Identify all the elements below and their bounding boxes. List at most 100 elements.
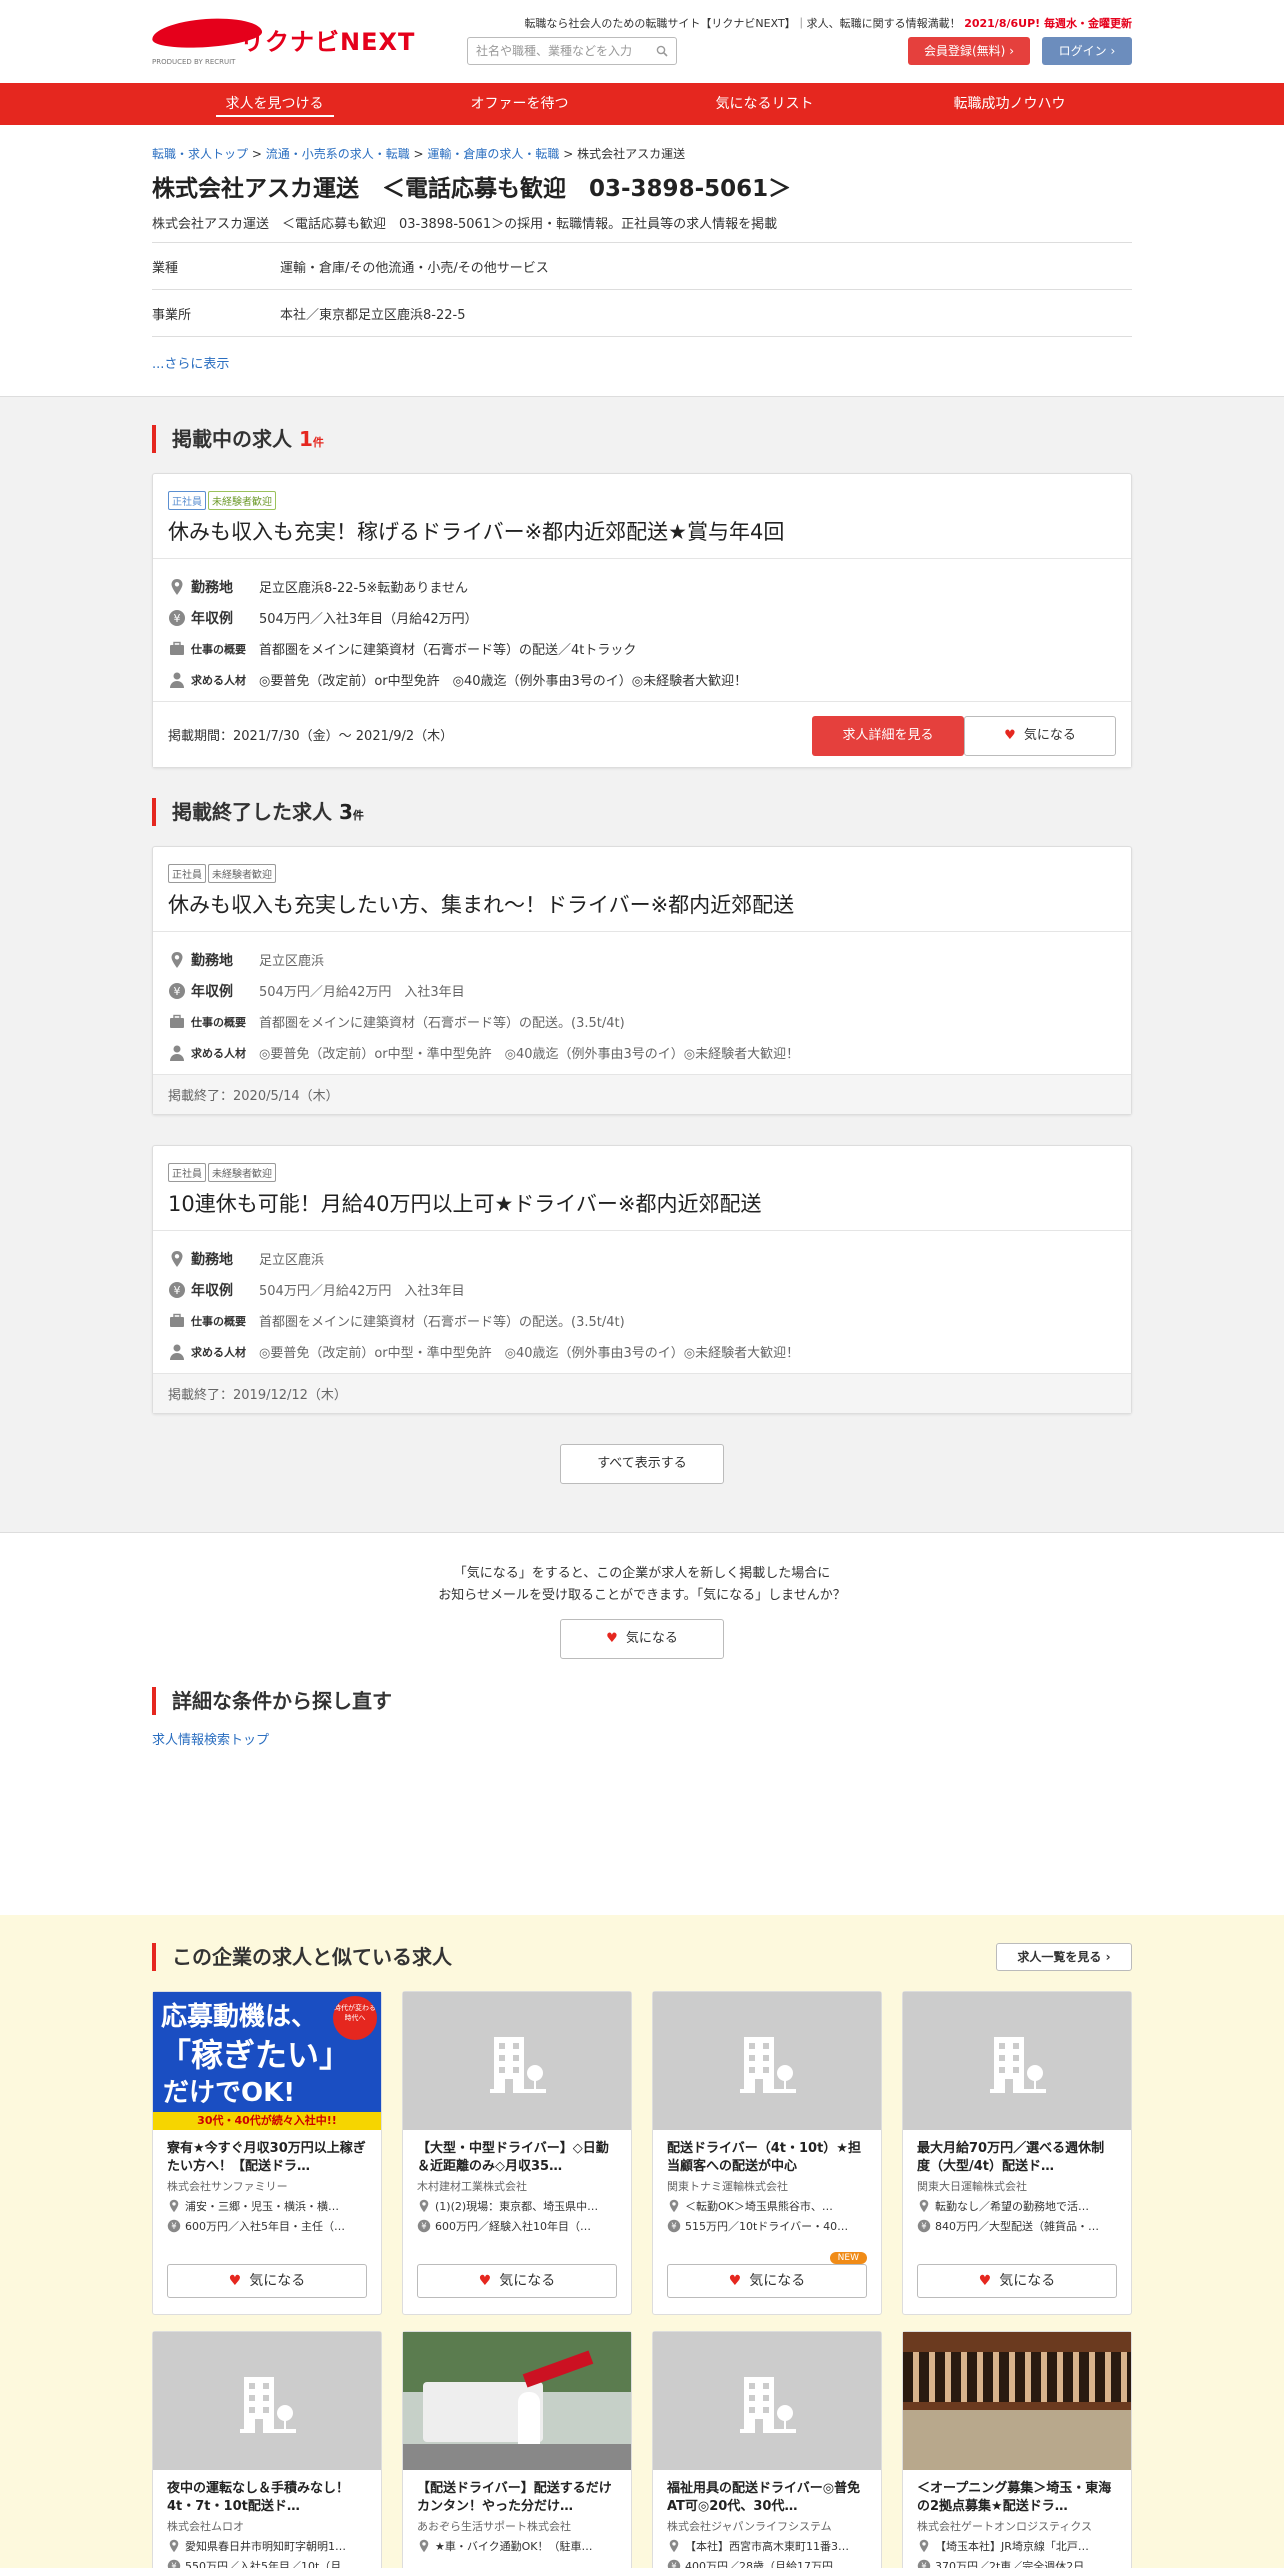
search-top-link[interactable]: 求人情報検索トップ (152, 1733, 269, 1748)
location-text: 転勤なし／希望の勤務地で活… (935, 2200, 1089, 2213)
favorite-label: 気になる (999, 2273, 1056, 2289)
job-title[interactable]: 休みも収入も充実したい方、集まれ～！ドライバー※都内近郊配送 (153, 883, 1131, 932)
placeholder-image (153, 2332, 381, 2470)
yen-icon: ¥ (917, 2219, 931, 2233)
ended-job-card[interactable]: 正社員 未経験者歓迎 10連休も可能！月給40万円以上可★ドライバー※都内近郊配送… (152, 1145, 1132, 1414)
map-pin-icon (169, 2539, 179, 2553)
job-title[interactable]: 10連休も可能！月給40万円以上可★ドライバー※都内近郊配送 (153, 1182, 1131, 1231)
global-nav: 求人を見つける オファーを待つ 気になるリスト 転職成功ノウハウ (0, 83, 1284, 125)
login-label: ログイン (1058, 44, 1107, 58)
map-pin-icon (169, 2199, 179, 2213)
favorite-button[interactable]: ♥ 気になる (917, 2264, 1117, 2298)
show-more-link[interactable]: ...さらに表示 (152, 357, 229, 372)
job-title[interactable]: 夜中の運転なし＆手積みなし！4t・7t・10t配送ド… (153, 2470, 381, 2516)
similar-job-card[interactable]: 夜中の運転なし＆手積みなし！4t・7t・10t配送ド… 株式会社ムロオ 愛知県春日井… (152, 2331, 382, 2568)
similar-job-card[interactable]: 【大型・中型ドライバー】◇日勤＆近距離のみ◇月収35… 木村建材工業株式会社 (1)… (402, 1991, 632, 2315)
logo-text: リクナビNEXT (240, 28, 416, 56)
similar-job-card[interactable]: 配送ドライバー（4t・10t）★担当顧客への配送が中心 関東トナミ運輸株式会社 ＜転… (652, 1991, 882, 2315)
breadcrumb-transport[interactable]: 運輸・倉庫の求人・転職 (427, 147, 559, 161)
research-title: 詳細な条件から探し直す (152, 1687, 1132, 1715)
job-title[interactable]: 【大型・中型ドライバー】◇日勤＆近距離のみ◇月収35… (403, 2130, 631, 2176)
person-icon (170, 1045, 184, 1061)
job-title[interactable]: ＜オープニング募集＞埼玉・東海の2拠点募集★配送ドラ… (903, 2470, 1131, 2516)
search-input[interactable] (476, 38, 656, 64)
industry-value: 運輸・倉庫/その他流通・小売/その他サービス (280, 260, 549, 276)
breadcrumb-top[interactable]: 転職・求人トップ (152, 147, 248, 161)
office-row: 事業所 本社／東京都足立区鹿浜8-22-5 (152, 289, 1132, 336)
req-label: 求める人材 (191, 1046, 246, 1060)
similar-job-card[interactable]: 応募動機は、 「稼ぎたい」 だけでOK! 30代・40代が続々入社中!! 時代が変わる時… (152, 1991, 382, 2315)
research-section: 詳細な条件から探し直す 求人情報検索トップ (152, 1659, 1132, 1915)
site-logo[interactable]: リクナビNEXT PRODUCED BY RECRUIT (151, 14, 414, 68)
posting-ended: 掲載終了：2020/5/14（木） (168, 1089, 339, 1104)
register-button[interactable]: 会員登録(無料) › (908, 37, 1030, 65)
active-jobs-title: 掲載中の求人 1件 (152, 425, 1132, 453)
yen-icon: ¥ (167, 2219, 181, 2233)
job-location-row: 勤務地 足立区鹿浜8-22-5※転勤ありません (168, 571, 1116, 602)
search-icon[interactable] (656, 45, 668, 57)
job-salary-row: ¥ 年収例 504万円／月給42万円 入社3年目 (168, 975, 1116, 1006)
heart-icon: ♥ (606, 1631, 618, 1646)
yen-icon: ¥ (667, 2559, 681, 2568)
breadcrumb-retail[interactable]: 流通・小売系の求人・転職 (266, 147, 410, 161)
nav-label: 転職成功ノウハウ (953, 96, 1066, 112)
similar-job-card[interactable]: 福祉用具の配送ドライバー◎普免AT可◎20代、30代… 株式会社ジャパンライフシス… (652, 2331, 882, 2568)
job-banner-image: 応募動機は、 「稼ぎたい」 だけでOK! 30代・40代が続々入社中!! 時代が変わる時… (153, 1992, 381, 2130)
map-pin-icon (919, 2199, 929, 2213)
location-text: 【本社】西宮市高木東町11番3… (685, 2540, 849, 2553)
similar-jobs-section: この企業の求人と似ている求人 求人一覧を見る › 応募動機は、 「稼ぎたい」 だけで… (0, 1915, 1284, 2568)
heart-icon: ♥ (1004, 728, 1016, 743)
nav-find-jobs[interactable]: 求人を見つける (152, 83, 397, 125)
salary-label: 年収例 (191, 1282, 233, 1299)
job-detail-button[interactable]: 求人詳細を見る (812, 716, 964, 756)
svg-text:¥: ¥ (671, 2562, 677, 2568)
location-text: 愛知県春日井市明知町字朝明1… (185, 2540, 346, 2553)
ended-job-card[interactable]: 正社員 未経験者歓迎 休みも収入も充実したい方、集まれ～！ドライバー※都内近郊配送… (152, 846, 1132, 1115)
favorite-button[interactable]: ♥ 気になる (964, 716, 1116, 756)
show-all-button[interactable]: すべて表示する (560, 1444, 724, 1484)
similar-job-card[interactable]: 最大月給70万円／選べる週休制度（大型/4t）配送ド… 関東大日運輸株式会社 転勤な… (902, 1991, 1132, 2315)
login-button[interactable]: ログイン › (1042, 37, 1132, 65)
nav-knowhow[interactable]: 転職成功ノウハウ (887, 83, 1132, 125)
similar-job-card[interactable]: ＜オープニング募集＞埼玉・東海の2拠点募集★配送ドラ… 株式会社ゲートオンロジステ… (902, 2331, 1132, 2568)
job-title[interactable]: 【配送ドライバー】配送するだけカンタン！やった分だけ… (403, 2470, 631, 2516)
favorite-label: 気になる (499, 2273, 556, 2289)
favorite-label: 気になる (749, 2273, 806, 2289)
active-job-card[interactable]: 正社員 未経験者歓迎 休みも収入も充実！稼げるドライバー※都内近郊配送★賞与年4回… (152, 473, 1132, 768)
salary-text: 840万円／大型配送（雑貨品・… (935, 2220, 1099, 2233)
ended-jobs-title: 掲載終了した求人 3件 (152, 798, 1132, 826)
ground (403, 2444, 631, 2470)
follow-favorite-button[interactable]: ♥ 気になる (560, 1619, 724, 1659)
location-label: 勤務地 (191, 579, 233, 596)
ended-count-unit: 件 (352, 809, 364, 822)
nav-label: 求人を見つける (215, 96, 334, 117)
favorite-button[interactable]: ♥ 気になる (667, 2264, 867, 2298)
work-value: 首都圏をメインに建築資材（石膏ボード等）の配送。(3.5t/4t) (259, 1315, 625, 1330)
tag-fulltime: 正社員 (168, 1163, 206, 1182)
nav-offers[interactable]: オファーを待つ (397, 83, 642, 125)
similar-job-card[interactable]: 【配送ドライバー】配送するだけカンタン！やった分だけ… あおぞら生活サポート株式会… (402, 2331, 632, 2568)
active-title-text: 掲載中の求人 (172, 427, 292, 451)
job-salary-row: ¥ 年収例 504万円／月給42万円 入社3年目 (168, 1274, 1116, 1305)
active-count-number: 1 (298, 427, 313, 451)
job-title[interactable]: 福祉用具の配送ドライバー◎普免AT可◎20代、30代… (653, 2470, 881, 2516)
map-pin-icon (171, 1250, 183, 1267)
active-count-unit: 件 (312, 436, 324, 449)
job-title[interactable]: 最大月給70万円／選べる週休制度（大型/4t）配送ド… (903, 2130, 1131, 2176)
favorite-button[interactable]: ♥ 気になる (167, 2264, 367, 2298)
job-location: ★車・バイク通勤OK！（駐車… (403, 2534, 631, 2554)
job-title[interactable]: 寮有★今すぐ月収30万円以上稼ぎたい方へ！【配送ドラ… (153, 2130, 381, 2176)
salary-value: 504万円／入社3年目（月給42万円） (259, 612, 478, 627)
favorite-button[interactable]: ♥ 気になる (417, 2264, 617, 2298)
job-list-button[interactable]: 求人一覧を見る › (996, 1943, 1132, 1971)
job-title[interactable]: 配送ドライバー（4t・10t）★担当顧客への配送が中心 (653, 2130, 881, 2176)
nav-label: 気になるリスト (715, 96, 814, 112)
person-icon (170, 1344, 184, 1360)
building-icon (990, 2037, 1046, 2093)
nav-favorites[interactable]: 気になるリスト (642, 83, 887, 125)
tag-fulltime: 正社員 (168, 864, 206, 883)
map-pin-icon (419, 2199, 429, 2213)
register-label: 会員登録(無料) (923, 44, 1006, 58)
job-title[interactable]: 休みも収入も充実！稼げるドライバー※都内近郊配送★賞与年4回 (153, 510, 1131, 559)
location-text: (1)(2)現場：東京都、埼玉県中… (435, 2200, 599, 2213)
